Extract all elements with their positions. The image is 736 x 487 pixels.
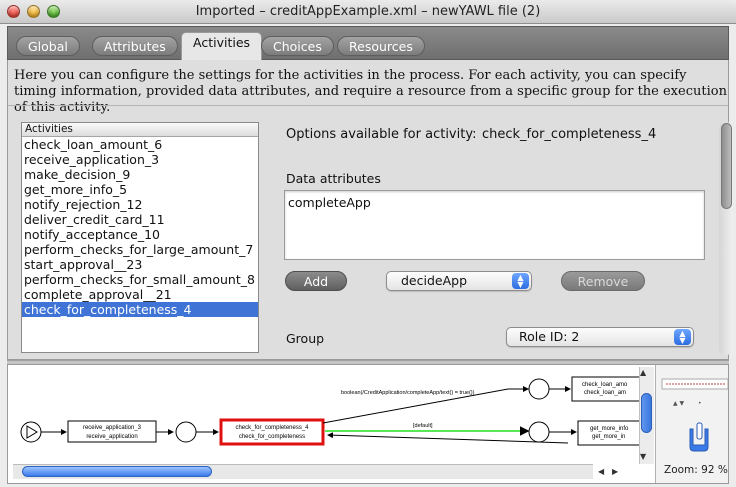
- scroll-left-icon[interactable]: ◀: [598, 467, 604, 476]
- tab-global[interactable]: Global: [16, 36, 80, 56]
- activities-panel: Here you can configure the settings for …: [7, 60, 733, 360]
- list-item[interactable]: complete_approval__21: [22, 287, 258, 302]
- divider: [8, 105, 728, 106]
- process-diagram: receive_application_3 receive_applicatio…: [20, 376, 640, 446]
- condition-node[interactable]: [528, 421, 550, 443]
- condition-node[interactable]: [528, 378, 550, 400]
- list-item[interactable]: deliver_credit_card_11: [22, 212, 258, 227]
- activities-list-header: Activities: [22, 123, 258, 137]
- panel-description: Here you can configure the settings for …: [14, 68, 727, 115]
- group-select-value: Role ID: 2: [519, 329, 580, 344]
- scroll-right-icon[interactable]: ▶: [612, 467, 618, 476]
- list-item[interactable]: start_approval__23: [22, 257, 258, 272]
- svg-text:▲ ▼: ▲ ▼: [673, 400, 685, 407]
- start-condition[interactable]: [20, 421, 42, 443]
- data-attributes-list[interactable]: completeApp: [284, 190, 705, 260]
- remove-button[interactable]: Remove: [561, 271, 645, 291]
- add-button[interactable]: Add: [285, 271, 347, 291]
- list-item[interactable]: check_loan_amount_6: [22, 137, 258, 152]
- options-scroll-thumb[interactable]: [721, 123, 732, 209]
- flow-predicate-label: boolean(/CreditApplication/completeApp/t…: [341, 390, 475, 396]
- condition-node[interactable]: [175, 421, 197, 443]
- task-label: receive_application: [86, 434, 137, 440]
- data-attributes-label: Data attributes: [286, 171, 381, 186]
- scroll-down-icon[interactable]: ▼: [640, 452, 646, 461]
- scroll-up-icon[interactable]: ▲: [640, 368, 646, 377]
- window-title: Imported – creditAppExample.xml – newYAW…: [195, 4, 541, 19]
- task-get-more-info[interactable]: [577, 420, 640, 446]
- list-item[interactable]: completeApp: [288, 195, 371, 210]
- attribute-select-value: decideApp: [401, 273, 468, 288]
- list-item[interactable]: notify_acceptance_10: [22, 227, 258, 242]
- zoom-level: Zoom: 92 %: [664, 464, 728, 476]
- activities-list[interactable]: Activities check_loan_amount_6 receive_a…: [21, 122, 259, 353]
- list-item-selected[interactable]: check_for_completeness_4: [22, 302, 258, 317]
- graph-vertical-scroll-thumb[interactable]: [641, 393, 652, 433]
- list-item[interactable]: make_decision_9: [22, 167, 258, 182]
- title-bar: Imported – creditAppExample.xml – newYAW…: [0, 0, 736, 24]
- task-check-loan-amount[interactable]: [571, 376, 640, 402]
- list-item[interactable]: get_more_info_5: [22, 182, 258, 197]
- options-label: Options available for activity:: [286, 127, 477, 142]
- graph-horizontal-scroll-thumb[interactable]: [22, 466, 212, 477]
- default-flow-label: [default]: [413, 423, 433, 429]
- tab-resources[interactable]: Resources: [337, 36, 425, 56]
- task-label: receive_application_3: [83, 425, 142, 431]
- tab-attributes[interactable]: Attributes: [92, 36, 178, 56]
- list-item[interactable]: perform_checks_for_large_amount_7: [22, 242, 258, 257]
- task-label: check_for_completeness_4: [235, 425, 309, 431]
- tab-activities[interactable]: Activities: [181, 32, 263, 61]
- task-label: check_loan_am: [584, 390, 626, 396]
- attribute-select[interactable]: decideApp ▲ ▼: [386, 271, 532, 291]
- task-label: get_more_info: [590, 426, 629, 432]
- selected-activity-name: check_for_completeness_4: [482, 127, 657, 142]
- tab-choices[interactable]: Choices: [261, 36, 334, 56]
- tab-bar: Global Attributes Activities Choices Res…: [7, 26, 729, 61]
- task-label: get_more_in: [592, 434, 625, 440]
- task-label: check_for_completeness: [239, 434, 305, 440]
- updown-arrows-icon: ▲ ▼: [512, 273, 529, 289]
- group-label: Group: [286, 331, 325, 346]
- group-select[interactable]: Role ID: 2 ▲ ▼: [506, 327, 694, 347]
- updown-arrows-icon: ▲ ▼: [674, 329, 691, 345]
- task-check-for-completeness[interactable]: [219, 418, 325, 446]
- list-item[interactable]: perform_checks_for_small_amount_8: [22, 272, 258, 287]
- task-label: check_loan_amo: [582, 382, 628, 388]
- svg-text:•: •: [698, 400, 702, 407]
- list-item[interactable]: notify_rejection_12: [22, 197, 258, 212]
- list-item[interactable]: receive_application_3: [22, 152, 258, 167]
